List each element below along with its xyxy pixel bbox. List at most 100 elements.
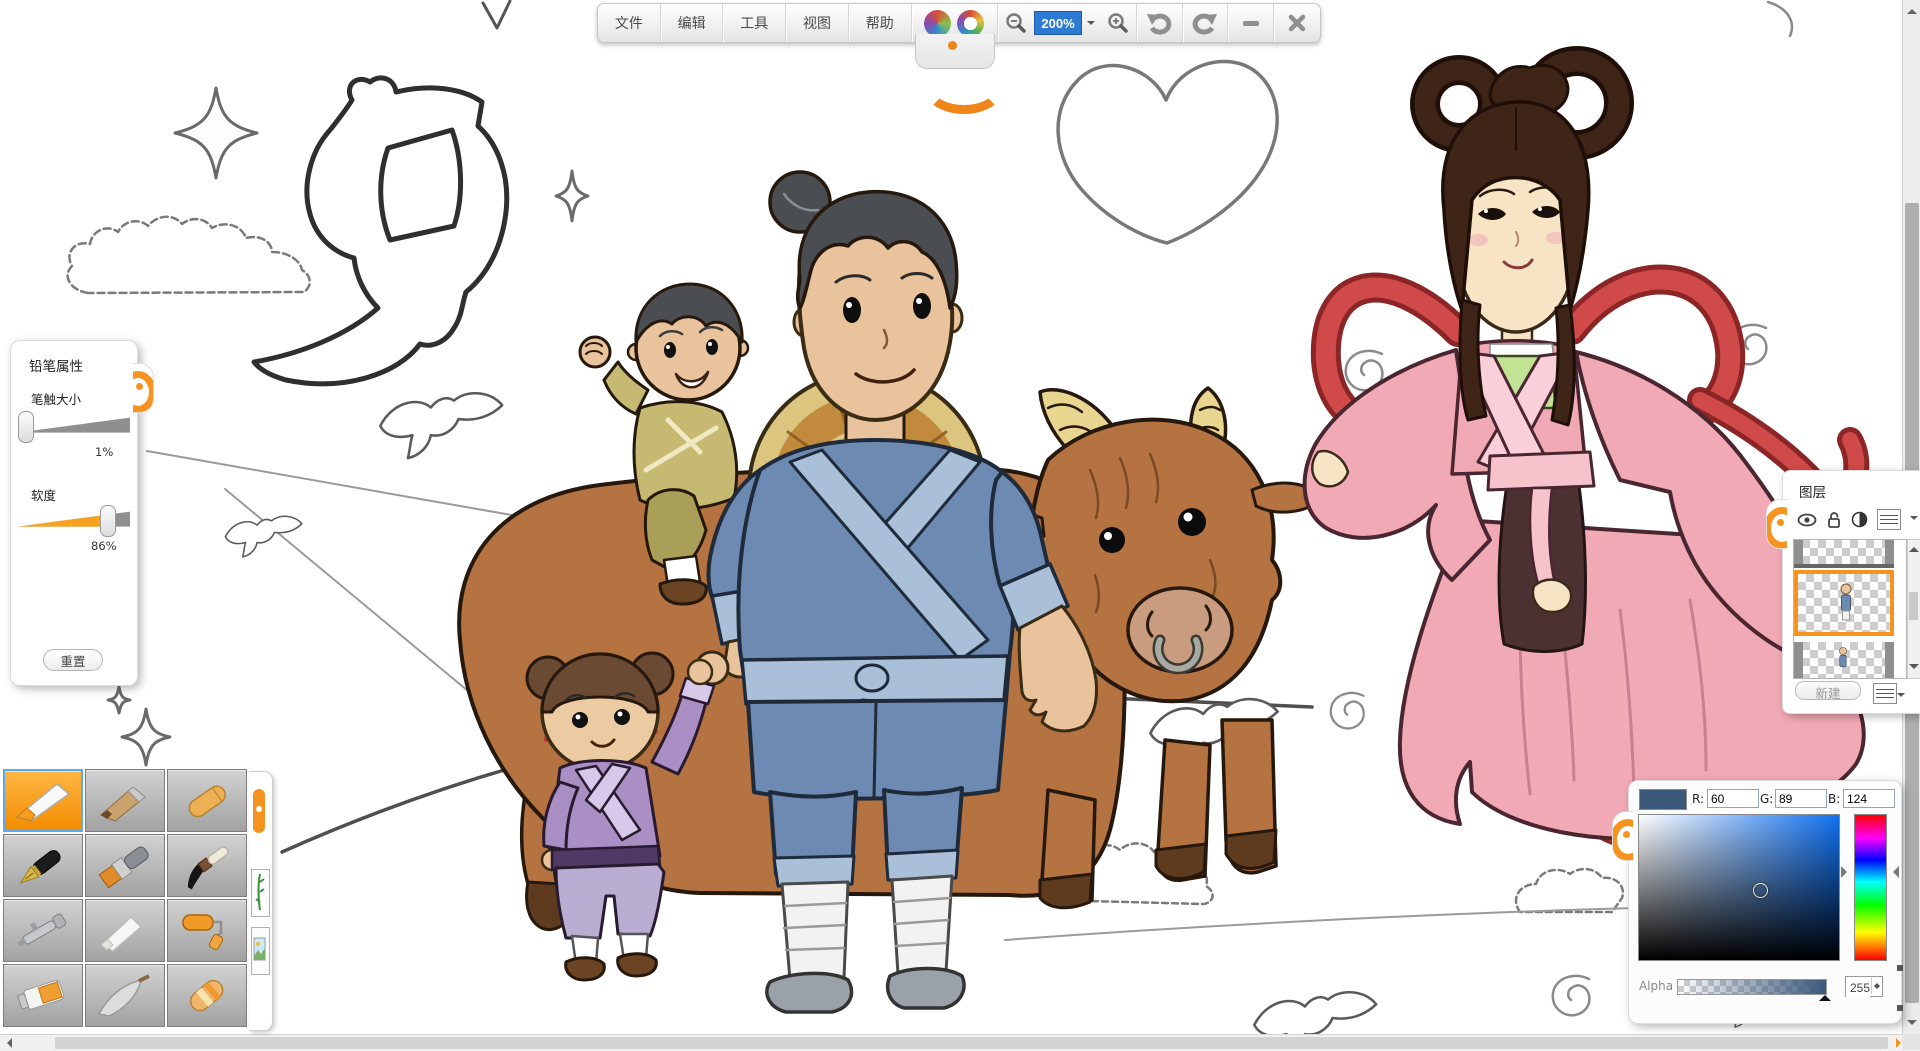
zoom-in-button[interactable] (1100, 4, 1136, 42)
g-value-input[interactable] (1775, 789, 1827, 808)
tool-sharp-pencil[interactable] (3, 769, 83, 832)
tool-paint-roller[interactable] (167, 899, 247, 962)
menu-file-label: 文件 (615, 13, 643, 33)
zoom-dropdown-button[interactable] (1082, 4, 1100, 42)
b-label: B: (1828, 792, 1840, 806)
layers-collapse-handle[interactable] (1766, 499, 1787, 549)
mascot-button[interactable] (911, 4, 998, 42)
mascot-smile-icon (924, 62, 1004, 114)
tool-paint-tube[interactable] (3, 964, 83, 1027)
horizontal-scroll-thumb[interactable] (55, 1037, 1888, 1049)
tool-chalk[interactable] (85, 899, 165, 962)
r-value-input[interactable] (1707, 789, 1759, 808)
alpha-marker-icon[interactable] (1819, 989, 1831, 1001)
layer-row-selected[interactable] (1794, 570, 1894, 636)
paint-tube-icon (11, 972, 75, 1020)
close-icon (1288, 14, 1306, 32)
zoom-out-button[interactable] (997, 4, 1034, 42)
redo-button[interactable] (1182, 4, 1228, 42)
reset-button[interactable]: 重置 (43, 649, 103, 671)
color-selector-ring[interactable] (1753, 883, 1768, 898)
hue-slider[interactable] (1854, 814, 1887, 961)
tool-crayon[interactable] (167, 769, 247, 832)
alpha-spinner[interactable] (1871, 978, 1881, 994)
zoom-out-icon (1005, 12, 1027, 34)
orange-ear-icon (1766, 507, 1787, 549)
scroll-thumb[interactable] (1909, 592, 1918, 620)
resize-dot[interactable] (1897, 965, 1903, 971)
current-color-swatch (1639, 789, 1687, 810)
tool-palette-knife[interactable] (85, 964, 165, 1027)
layer-row-below[interactable] (1794, 642, 1894, 678)
horizontal-scrollbar[interactable] (0, 1034, 1920, 1051)
scroll-down-icon[interactable] (1907, 1020, 1917, 1030)
scroll-left-icon[interactable] (2, 1038, 12, 1048)
zoom-level-input[interactable] (1034, 11, 1082, 35)
menu-tools[interactable]: 工具 (722, 4, 785, 42)
tool-ink-brush[interactable] (167, 834, 247, 897)
layer-list-scrollbar[interactable] (1907, 539, 1920, 679)
lock-icon[interactable] (1826, 511, 1842, 528)
scroll-down-icon[interactable] (1909, 664, 1919, 674)
panel-collapse-handle[interactable] (133, 363, 154, 413)
palette-knife-icon (93, 972, 157, 1020)
cloud-bottom-right (1516, 869, 1623, 912)
scroll-up-icon[interactable] (1909, 542, 1919, 552)
tool-airbrush[interactable] (3, 899, 83, 962)
brush-size-slider[interactable] (18, 411, 130, 441)
fountain-pen-icon (11, 842, 75, 890)
xi-glyph (254, 78, 507, 384)
tool-flat-brush[interactable] (85, 834, 165, 897)
palette-side-strip (249, 771, 273, 1031)
weaver-figure (1305, 61, 1864, 857)
chevron-down-icon[interactable] (1910, 516, 1918, 524)
mascot-nose-icon (948, 41, 957, 50)
softness-slider-handle[interactable] (100, 505, 116, 537)
undo-icon (1146, 11, 1172, 35)
menu-edit[interactable]: 编辑 (660, 4, 723, 42)
resize-dot[interactable] (1897, 1005, 1903, 1011)
brush-size-slider-handle[interactable] (18, 411, 34, 443)
crayon-icon (175, 777, 239, 825)
menu-help[interactable]: 帮助 (848, 4, 911, 42)
alpha-label: Alpha (1639, 979, 1673, 993)
menu-tools-label: 工具 (740, 13, 768, 33)
layers-title: 图层 (1799, 481, 1826, 501)
nature-brush-tab[interactable] (251, 869, 270, 917)
visibility-eye-icon[interactable] (1797, 512, 1817, 528)
picture-icon (252, 928, 267, 972)
blend-contrast-icon[interactable] (1851, 511, 1868, 528)
tool-wax-crayon[interactable] (167, 964, 247, 1027)
minimize-button[interactable] (1227, 4, 1273, 42)
layer-menu-button[interactable] (1877, 509, 1901, 530)
undo-button[interactable] (1136, 4, 1182, 42)
wood-pencil-icon (93, 777, 157, 825)
layer-row-partial[interactable] (1794, 540, 1894, 568)
layers-panel: 图层 (1782, 470, 1920, 714)
menu-file[interactable]: 文件 (598, 4, 660, 42)
cloud-top-left (68, 217, 310, 293)
b-value-input[interactable] (1843, 789, 1895, 808)
color-collapse-handle[interactable] (1612, 811, 1633, 861)
new-layer-button[interactable]: 新建 (1795, 681, 1861, 700)
orange-ear-icon (1612, 819, 1633, 861)
close-button[interactable] (1273, 4, 1320, 42)
mascot-chin (915, 34, 995, 69)
new-layer-menu-button[interactable] (1873, 683, 1897, 704)
softness-slider[interactable] (18, 505, 130, 535)
ink-brush-icon (175, 842, 239, 890)
redo-icon (1192, 11, 1218, 35)
tool-fountain-pen[interactable] (3, 834, 83, 897)
alpha-value-box (1845, 976, 1883, 997)
saturation-value-square[interactable] (1638, 814, 1840, 961)
scroll-up-icon[interactable] (1907, 4, 1917, 14)
alpha-slider[interactable] (1677, 979, 1827, 995)
stamp-picture-tab[interactable] (251, 927, 270, 975)
chevron-down-icon[interactable] (1897, 693, 1905, 701)
menu-view[interactable]: 视图 (785, 4, 848, 42)
alpha-value-input[interactable] (1846, 980, 1870, 997)
tool-wood-pencil[interactable] (85, 769, 165, 832)
paint-roller-icon (175, 907, 239, 955)
orange-dot-icon (1623, 831, 1630, 838)
zoom-in-icon (1107, 12, 1129, 34)
